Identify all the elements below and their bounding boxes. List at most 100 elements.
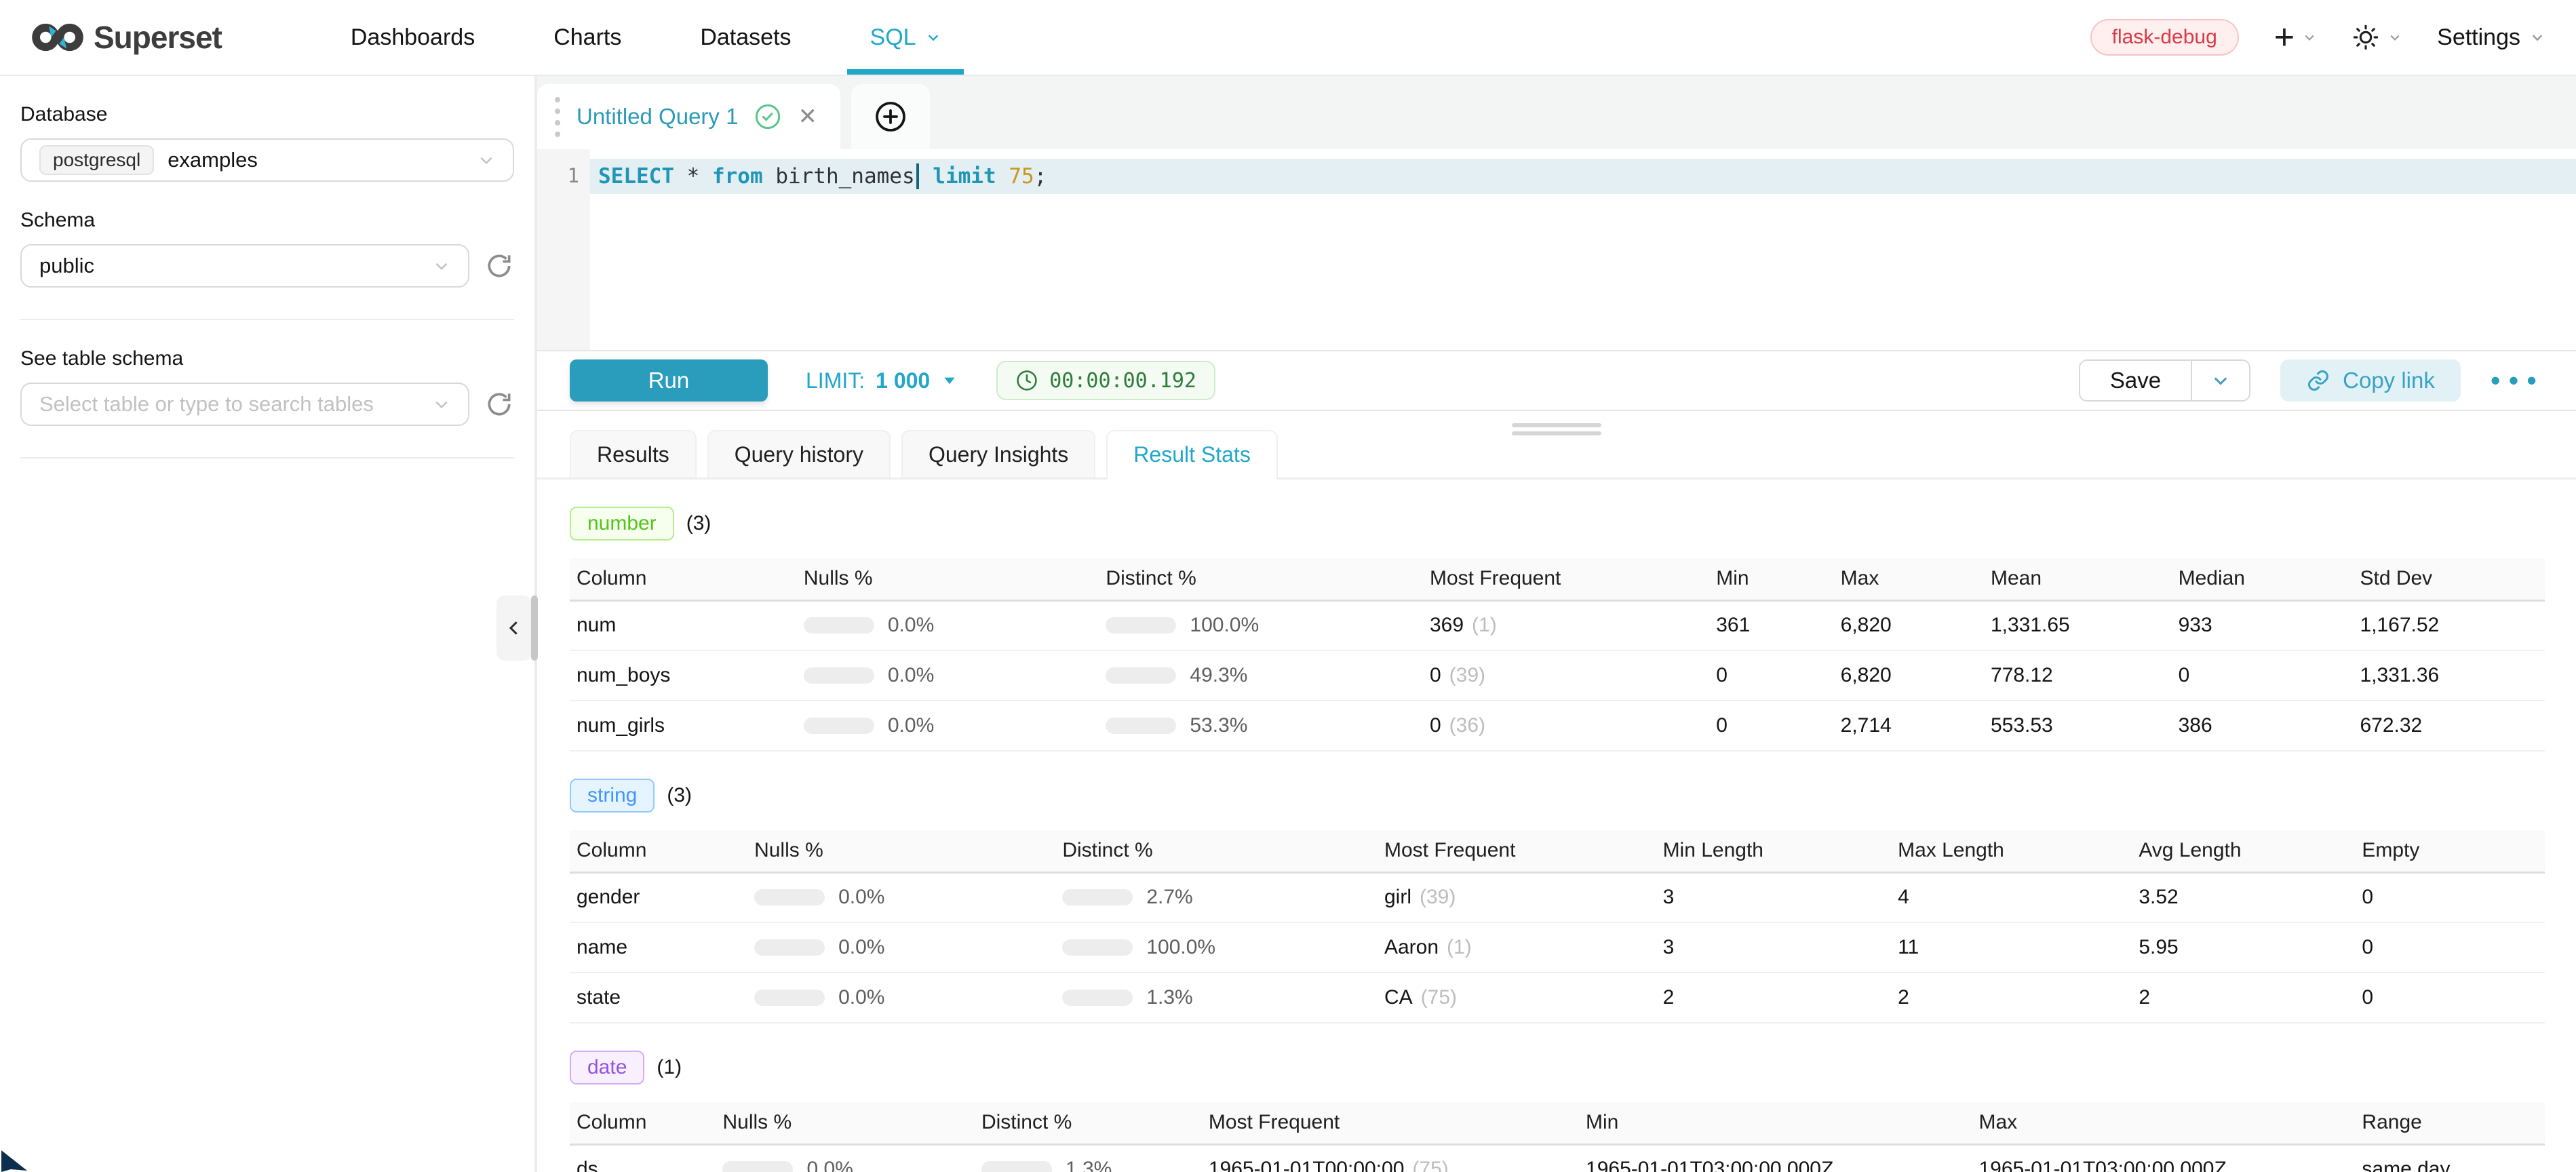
stats-table-string: ColumnNulls %Distinct %Most FrequentMin …	[570, 830, 2545, 1023]
new-item-menu[interactable]: +	[2274, 20, 2316, 55]
table-row: gender0.0%2.7%girl(39)343.520	[570, 872, 2545, 922]
percent-bar	[1062, 889, 1133, 905]
stat-value-cell: 4	[1891, 872, 2132, 922]
panel-resize-handle-icon[interactable]	[1512, 419, 1601, 440]
database-engine-tag: postgresql	[39, 145, 154, 175]
percent-label: 0.0%	[888, 714, 934, 737]
percent-label: 0.0%	[888, 614, 934, 637]
stat-value-cell: 3	[1656, 922, 1892, 973]
close-tab-icon[interactable]: ✕	[798, 103, 817, 130]
limit-dropdown[interactable]: LIMIT: 1 000	[806, 368, 958, 393]
schema-select[interactable]: public	[20, 244, 469, 288]
table-cell: girl(39)	[1378, 872, 1656, 922]
nav-item-charts[interactable]: Charts	[514, 0, 661, 75]
schema-value: public	[39, 254, 94, 278]
column-name-cell: num	[570, 600, 797, 650]
column-header: Column	[570, 558, 797, 600]
column-count: (3)	[686, 512, 711, 535]
editor-toolbar: Run LIMIT: 1 000 00:00:00.192 Save	[537, 350, 2576, 411]
sql-token: 75	[1009, 164, 1034, 189]
stat-value-cell: 361	[1709, 600, 1833, 650]
table-cell: 1.3%	[975, 1144, 1202, 1172]
percent-label: 100.0%	[1190, 614, 1259, 637]
table-header-row: ColumnNulls %Distinct %Most FrequentMin …	[570, 830, 2545, 872]
stat-value-cell: same day	[2355, 1144, 2545, 1172]
sidebar-collapse-button[interactable]	[496, 595, 532, 661]
type-badge-number: number	[570, 507, 674, 541]
column-count: (1)	[657, 1056, 682, 1079]
nav-item-sql[interactable]: SQL	[831, 0, 980, 75]
superset-logo[interactable]: Superset	[31, 19, 222, 56]
percent-label: 100.0%	[1146, 936, 1215, 959]
drag-handle-icon[interactable]	[555, 97, 560, 137]
stats-table-number: ColumnNulls %Distinct %Most FrequentMinM…	[570, 558, 2545, 751]
content-row: Database postgresql examples Schema publ…	[0, 76, 2576, 1172]
tab-query-history[interactable]: Query history	[707, 430, 891, 477]
run-button[interactable]: Run	[570, 359, 768, 402]
type-badge-string: string	[570, 779, 655, 813]
stats-section-date: date(1)ColumnNulls %Distinct %Most Frequ…	[570, 1051, 2545, 1172]
clock-icon	[1015, 369, 1038, 392]
tab-result-stats[interactable]: Result Stats	[1106, 430, 1278, 477]
type-badge-date: date	[570, 1051, 644, 1085]
section-badge-row: number (3)	[570, 507, 2545, 541]
column-header: Most Frequent	[1423, 558, 1709, 600]
percent-label: 0.0%	[888, 664, 934, 687]
column-header: Std Dev	[2353, 558, 2545, 600]
theme-toggle[interactable]	[2351, 23, 2402, 52]
refresh-icon[interactable]	[484, 251, 514, 281]
percent-bar-cell: 0.0%	[754, 936, 1046, 959]
more-actions-button[interactable]: •••	[2491, 364, 2545, 397]
table-cell: 100.0%	[1055, 922, 1378, 973]
frequent-value: 1965-01-01T00:00:00	[1209, 1158, 1405, 1172]
refresh-icon[interactable]	[484, 389, 514, 419]
nav-item-datasets[interactable]: Datasets	[661, 0, 830, 75]
stat-value-cell: 1,331.65	[1984, 600, 2172, 650]
save-button[interactable]: Save	[2080, 361, 2191, 400]
new-query-tab-button[interactable]	[851, 84, 930, 149]
column-header: Distinct %	[975, 1102, 1202, 1144]
table-cell: 0(36)	[1423, 701, 1709, 751]
query-tab[interactable]: Untitled Query 1 ✕	[537, 84, 840, 149]
section-badge-row: date (1)	[570, 1051, 2545, 1085]
tab-results[interactable]: Results	[570, 430, 697, 477]
query-tabstrip: Untitled Query 1 ✕	[537, 76, 2576, 149]
database-select[interactable]: postgresql examples	[20, 138, 514, 182]
sql-token	[920, 164, 933, 189]
percent-bar	[804, 718, 874, 734]
table-select[interactable]: Select table or type to search tables	[20, 383, 469, 426]
column-header: Max Length	[1891, 830, 2132, 872]
frequent-count: (39)	[1420, 886, 1456, 908]
column-name-cell: num_boys	[570, 650, 797, 701]
nav-item-dashboards[interactable]: Dashboards	[311, 0, 514, 75]
results-panel: Results Query history Query Insights Res…	[537, 411, 2576, 1172]
stat-value-cell: 0	[2355, 922, 2545, 973]
percent-bar-cell: 1.3%	[981, 1158, 1192, 1172]
tab-query-insights[interactable]: Query Insights	[901, 430, 1095, 477]
sql-code-editor[interactable]: 1 SELECT * from birth_names limit 75;	[537, 149, 2576, 350]
sidebar-divider	[20, 457, 514, 458]
table-row: ds0.0%1.3%1965-01-01T00:00:00(75)1965-01…	[570, 1144, 2545, 1172]
copy-link-button[interactable]: Copy link	[2280, 359, 2461, 402]
save-options-button[interactable]	[2191, 361, 2249, 400]
frequent-value: Aaron	[1384, 936, 1439, 958]
column-header: Empty	[2355, 830, 2545, 872]
sql-token: birth_names	[775, 164, 914, 189]
stat-value-cell: 0	[1709, 701, 1833, 751]
percent-bar-cell: 0.0%	[804, 664, 1090, 687]
frequent-count: (1)	[1447, 936, 1472, 958]
plus-icon: +	[2274, 20, 2295, 55]
main-menu: Dashboards Charts Datasets SQL	[311, 0, 980, 75]
stats-sections: number (3) ColumnNulls %Distinct %Most Fre…	[537, 507, 2576, 1172]
editor-code-area[interactable]: SELECT * from birth_names limit 75;	[590, 149, 2576, 350]
settings-menu[interactable]: Settings	[2437, 24, 2545, 51]
percent-label: 1.3%	[1066, 1158, 1112, 1172]
table-cell: 53.3%	[1099, 701, 1423, 751]
column-header: Distinct %	[1099, 558, 1423, 600]
sql-token: limit	[933, 164, 1009, 189]
column-header: Most Frequent	[1378, 830, 1656, 872]
sql-token: *	[687, 164, 712, 189]
frequent-value: 0	[1430, 664, 1441, 686]
sql-statement-line: SELECT * from birth_names limit 75;	[590, 159, 2576, 194]
column-count: (3)	[667, 784, 692, 807]
